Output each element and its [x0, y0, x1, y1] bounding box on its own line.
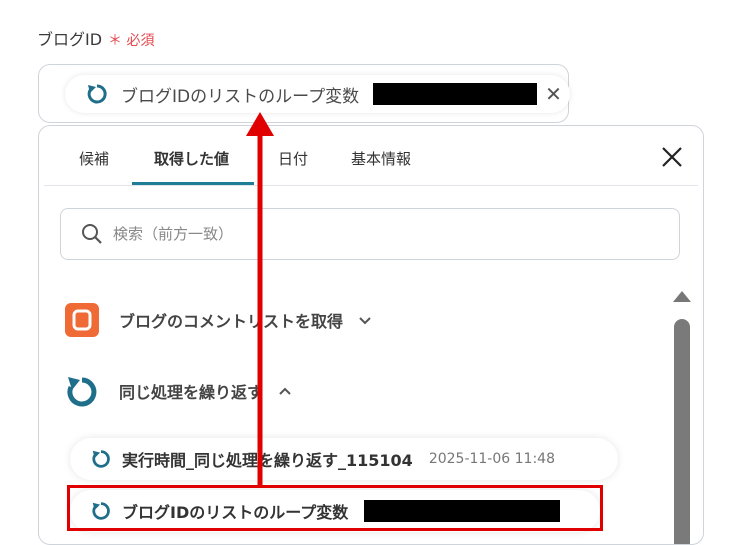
section-loop[interactable]: 同じ処理を繰り返す	[65, 372, 293, 410]
chip-label: ブログIDのリストのループ変数	[121, 86, 360, 107]
section-blog-comments[interactable]: ブログのコメントリストを取得	[65, 303, 373, 337]
tab-bar: 候補 取得した値 日付 基本情報	[39, 126, 703, 186]
loop-icon	[87, 84, 107, 104]
chevron-down-icon	[359, 317, 371, 325]
search-input[interactable]	[111, 224, 615, 244]
section-title: 同じ処理を繰り返す	[119, 383, 264, 402]
tab-retrieved-values[interactable]: 取得した値	[154, 148, 229, 169]
tab-basic-info[interactable]: 基本情報	[351, 148, 411, 169]
option-execution-time[interactable]: 実行時間_同じ処理を繰り返す_115104 2025-11-06 11:48	[70, 438, 618, 480]
annotation-highlight-box	[67, 485, 603, 531]
scrollbar-thumb[interactable]	[674, 319, 690, 544]
close-icon[interactable]	[657, 142, 687, 172]
tabs-divider	[44, 185, 698, 186]
required-mark: ＊	[108, 33, 123, 49]
value-picker-dropdown: 候補 取得した値 日付 基本情報 ブログのコメントリストを取得	[38, 125, 704, 545]
chevron-up-icon	[279, 387, 291, 395]
required-text: 必須	[126, 33, 155, 49]
search-icon	[82, 224, 102, 244]
loop-icon	[67, 377, 97, 407]
selected-value-chip[interactable]: ブログIDのリストのループ変数 ✕	[65, 75, 570, 113]
blog-id-field[interactable]: ブログIDのリストのループ変数 ✕	[38, 64, 570, 123]
remove-chip-icon[interactable]: ✕	[545, 84, 562, 104]
option-timestamp: 2025-11-06 11:48	[428, 451, 555, 467]
search-box[interactable]	[60, 208, 680, 260]
tab-date[interactable]: 日付	[278, 148, 308, 169]
scroll-up-arrow[interactable]	[673, 291, 691, 302]
blogger-icon	[65, 303, 99, 337]
tab-candidates[interactable]: 候補	[79, 148, 109, 169]
required-badge: ＊ 必須	[108, 33, 154, 49]
option-label: 実行時間_同じ処理を繰り返す_115104	[122, 451, 413, 470]
field-label-text: ブログID	[37, 30, 103, 49]
redacted-block	[373, 83, 538, 105]
section-title: ブログのコメントリストを取得	[119, 312, 344, 331]
field-label: ブログID ＊ 必須	[37, 26, 155, 50]
loop-icon	[92, 450, 110, 468]
